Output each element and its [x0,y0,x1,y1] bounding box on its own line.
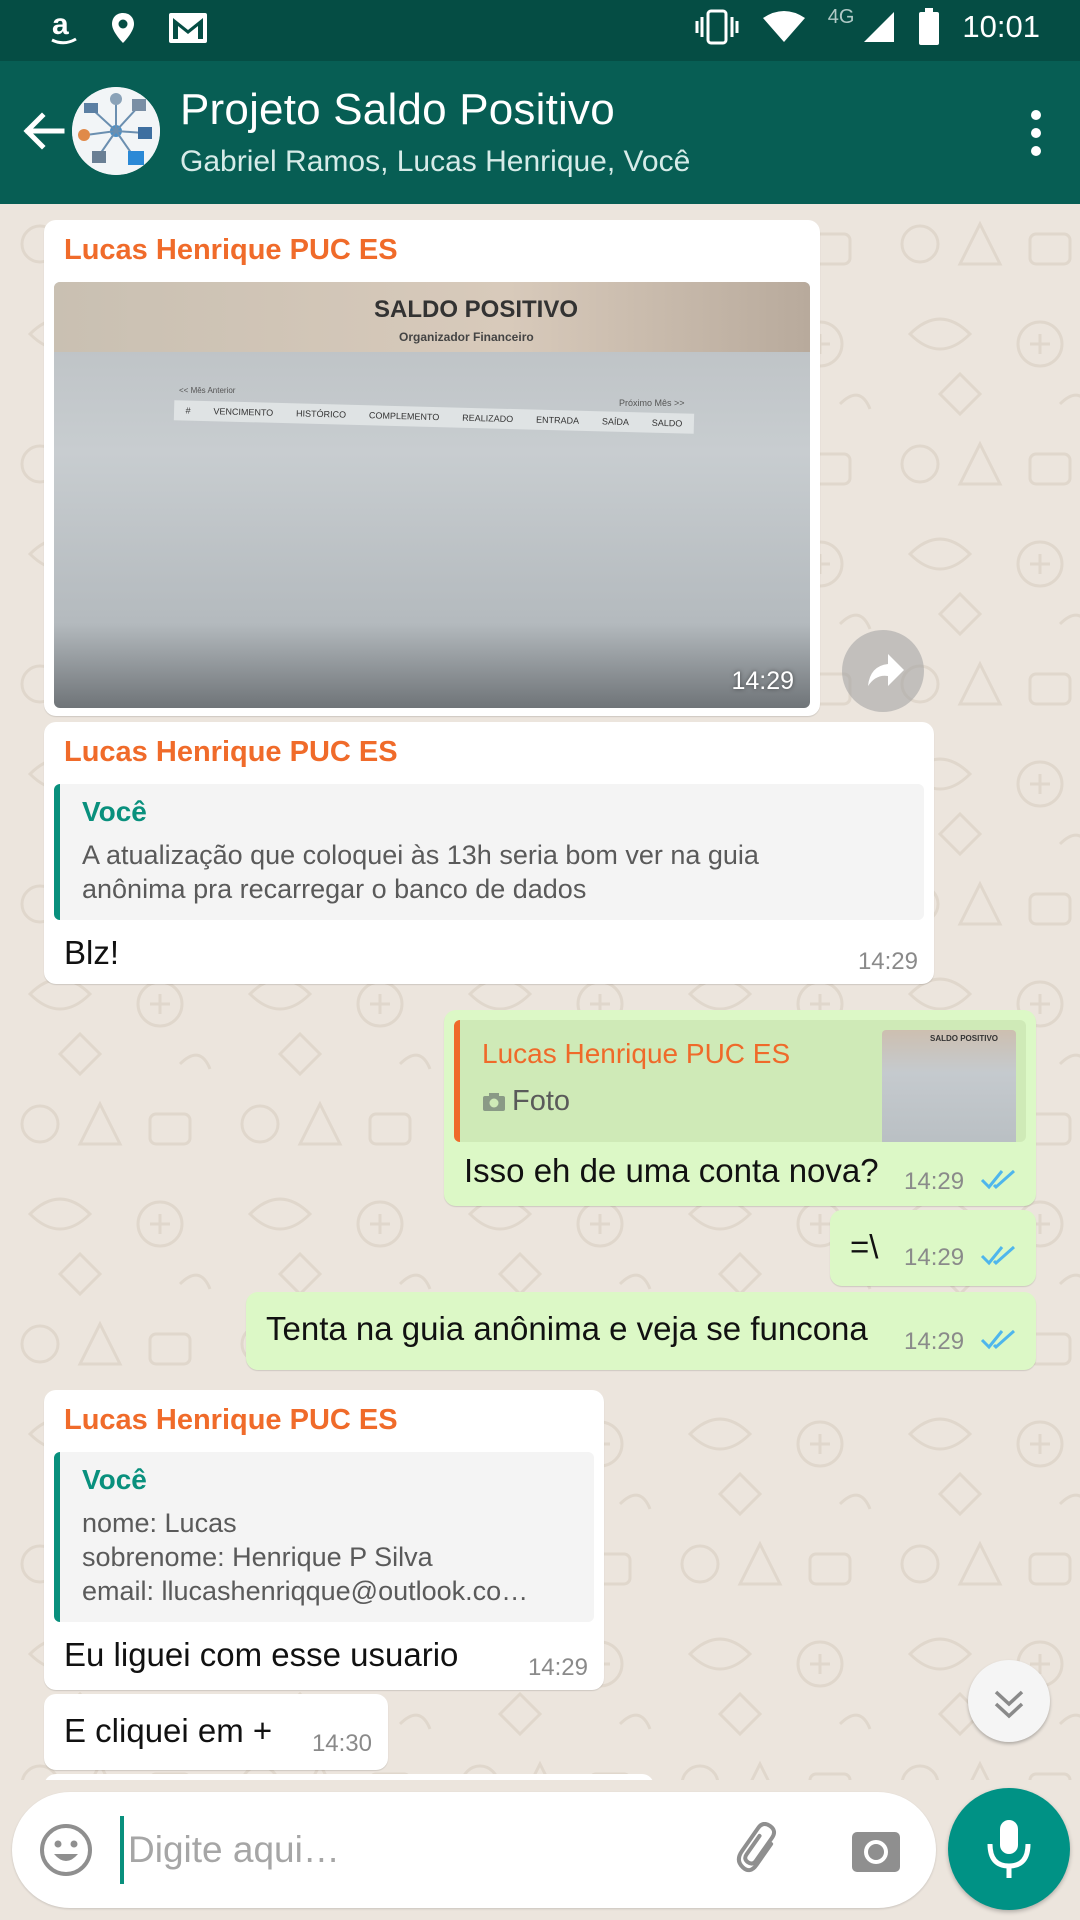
photo-col: VENCIMENTO [213,406,274,418]
photo-col: REALIZADO [462,412,514,425]
message-time: 14:29 [731,667,794,695]
photo-table-header: # VENCIMENTO HISTÓRICO COMPLEMENTO REALI… [173,400,695,434]
camera-small-icon [483,1093,505,1111]
battery-icon [919,8,940,45]
attach-icon[interactable] [732,1822,788,1878]
signal-icon [864,12,895,42]
quote-author: Lucas Henrique PUC ES [482,1038,791,1069]
quote-line: nome: Lucas [82,1508,237,1538]
read-ticks-icon [980,1329,1015,1350]
status-time: 10:01 [962,9,1040,44]
message-time: 14:29 [527,1654,588,1681]
photo-col: # [185,405,191,416]
sender-name: Lucas Henrique PUC ES [64,1404,398,1436]
quote-author: Você [82,1464,147,1495]
message-incoming[interactable]: Lucas Henrique PUC ES Você nome: Lucas s… [44,1390,604,1690]
photo-next-month: Próximo Mês >> [619,398,685,408]
read-ticks-icon [980,1169,1015,1190]
quote-line: sobrenome: Henrique P Silva [82,1542,433,1572]
photo-col: SAÍDA [601,416,630,428]
more-vert-icon[interactable] [1026,109,1046,157]
message-incoming[interactable]: Lucas Henrique PUC ES Você A atualização… [44,722,934,984]
composer-bar [0,1780,1080,1920]
message-text: =\ [850,1228,879,1265]
chat-title[interactable]: Projeto Saldo Positivo [180,85,615,135]
vibrate-icon [695,9,739,45]
location-icon [112,13,134,43]
message-time: 14:29 [904,1244,965,1271]
photo-col: COMPLEMENTO [368,410,440,423]
message-text: Eu liguei com esse usuario [64,1636,459,1673]
photo-col: SALDO [651,417,683,429]
quote-line: email: llucashenriqque@outlook.co… [82,1576,529,1606]
photo-prev-month: << Mês Anterior [179,386,236,395]
message-text: Blz! [64,934,120,971]
sender-name: Lucas Henrique PUC ES [64,234,398,266]
status-left-icons: a [50,10,208,46]
chat-messages[interactable]: Lucas Henrique PUC ES SALDO POSITIVO Org… [0,204,1080,1780]
quoted-message[interactable]: Você A atualização que coloquei às 13h s… [54,784,924,920]
photo-subtitle: Organizador Financeiro [399,330,534,344]
group-avatar[interactable] [72,87,160,175]
message-time: 14:29 [904,1168,965,1195]
wifi-icon [762,11,805,42]
message-time: 14:29 [857,948,918,975]
sender-name: Lucas Henrique PUC ES [64,736,398,768]
composer-box [12,1792,936,1908]
message-time: 14:30 [311,1730,372,1757]
quote-thumbnail: SALDO POSITIVO [882,1030,1016,1142]
quote-line: A atualização que coloquei às 13h seria … [82,840,759,870]
gmail-icon [169,13,207,43]
quote-author: Você [82,796,147,827]
message-incoming[interactable]: E cliquei em + 14:30 [44,1694,388,1770]
message-time: 14:29 [904,1328,965,1355]
quoted-message[interactable]: Lucas Henrique PUC ES Foto SALDO POSITIV… [454,1020,1026,1142]
amazon-icon: a [51,10,77,45]
message-text: Isso eh de uma conta nova? [464,1152,879,1189]
thumbnail-title: SALDO POSITIVO [930,1034,999,1043]
message-outgoing[interactable]: Tenta na guia anônima e veja se funcona … [246,1292,1036,1370]
message-text: Tenta na guia anônima e veja se funcona [266,1310,868,1347]
scroll-down-icon[interactable] [968,1660,1050,1742]
svg-text:a: a [52,10,69,41]
quote-text: Foto [512,1085,571,1117]
message-input[interactable] [120,1816,700,1884]
chat-participants[interactable]: Gabriel Ramos, Lucas Henrique, Você [180,145,690,179]
quote-line: anônima pra recarregar o banco de dados [82,874,587,904]
status-bar: a 4G 10:01 [0,0,1080,61]
message-outgoing[interactable]: =\ 14:29 [830,1210,1036,1286]
photo-attachment[interactable]: SALDO POSITIVO Organizador Financeiro <<… [54,282,810,708]
chat-header: Projeto Saldo Positivo Gabriel Ramos, Lu… [0,61,1080,204]
group-avatar-image [72,87,160,175]
photo-title: SALDO POSITIVO [374,296,579,323]
network-type: 4G [827,5,855,28]
camera-icon[interactable] [848,1822,904,1878]
status-right-icons: 4G 10:01 [694,5,1040,46]
photo-col: ENTRADA [535,414,580,426]
read-ticks-icon [980,1245,1015,1266]
emoji-icon[interactable] [38,1822,94,1878]
forward-icon[interactable] [842,630,924,712]
mic-icon[interactable] [948,1788,1070,1910]
photo-col: HISTÓRICO [295,408,347,420]
message-text: E cliquei em + [64,1712,273,1749]
quoted-message[interactable]: Você nome: Lucas sobrenome: Henrique P S… [54,1452,594,1622]
back-arrow-icon[interactable] [16,103,72,159]
message-outgoing[interactable]: Lucas Henrique PUC ES Foto SALDO POSITIV… [444,1010,1036,1206]
message-photo[interactable]: Lucas Henrique PUC ES SALDO POSITIVO Org… [44,220,820,716]
